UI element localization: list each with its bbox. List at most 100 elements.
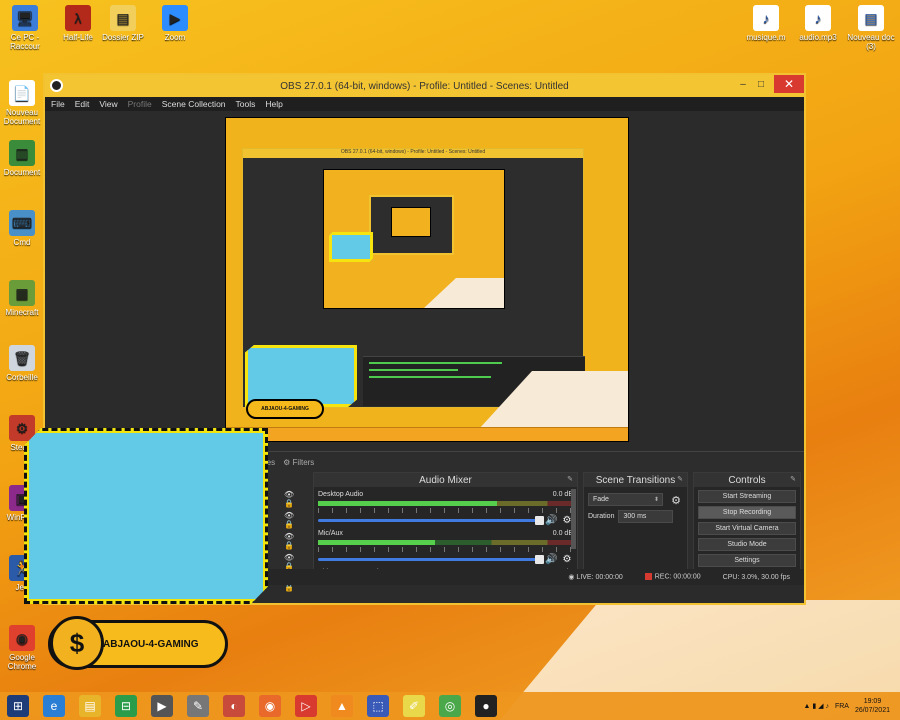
- menu-edit[interactable]: Edit: [75, 99, 90, 109]
- transition-select[interactable]: Fade ⬍: [588, 493, 663, 506]
- desktop-icon[interactable]: 🖥 Ce PC - Raccour: [0, 5, 50, 51]
- desktop-icon[interactable]: 🗑 Corbeille: [0, 345, 44, 382]
- desktop-icon[interactable]: ▥ Document: [0, 140, 44, 177]
- gear-icon[interactable]: ⚙: [671, 494, 681, 507]
- volume-meter-fill: [318, 501, 497, 506]
- desktop-icon[interactable]: 📄 Nouveau Document: [0, 80, 44, 126]
- desktop-icon-label: Dossier ZIP: [102, 33, 144, 42]
- clock[interactable]: 19:09 26/07/2021: [855, 697, 890, 715]
- eye-icon[interactable]: 👁 🔒: [284, 511, 306, 529]
- store-icon[interactable]: ⊟: [115, 695, 137, 717]
- dock-tabs: rties ⚙ Filters: [260, 455, 314, 469]
- desktop-icon[interactable]: ◉ Google Chrome: [0, 625, 44, 671]
- close-icon[interactable]: ✕: [774, 75, 804, 93]
- minimize-icon[interactable]: –: [734, 77, 752, 91]
- desktop-icon-glyph: 🖥: [12, 5, 38, 31]
- nested-preview-3: [391, 207, 431, 237]
- desktop-icon[interactable]: ▦ Minecraft: [0, 280, 44, 317]
- network-icon[interactable]: ⬚: [367, 695, 389, 717]
- ie-icon[interactable]: e: [43, 695, 65, 717]
- desktop-icon-label: Half-Life: [63, 33, 93, 42]
- obs-app-icon: [50, 79, 63, 92]
- menu-view[interactable]: View: [99, 99, 117, 109]
- slider-handle[interactable]: [535, 516, 544, 525]
- firefox-icon[interactable]: ◉: [259, 695, 281, 717]
- windows-taskbar: ⊞ e ▤ ⊟ ▶ ✎ ◐ ◉ ▷ ▲ ⬚ ✐ ◎ ● ▲ ▮ ◢ ♪ FRA 19:09 26/07/2…: [0, 692, 900, 720]
- dollar-coin-icon: $: [50, 616, 104, 670]
- clock-time: 19:09: [863, 698, 882, 705]
- menu-file[interactable]: File: [51, 99, 65, 109]
- tools-icon[interactable]: ✎: [187, 695, 209, 717]
- webcam-overlay: [24, 428, 268, 604]
- mixer-scrollbar[interactable]: [571, 489, 576, 549]
- menu-profile[interactable]: Profile: [128, 99, 152, 109]
- desktop-icon[interactable]: ⌨ Cmd: [0, 210, 44, 247]
- desktop-icon[interactable]: ▤ Nouveau doc (3): [845, 5, 897, 51]
- menu-help[interactable]: Help: [265, 99, 282, 109]
- track-name: Mic/Aux: [318, 530, 343, 537]
- obs-titlebar[interactable]: OBS 27.0.1 (64-bit, windows) - Profile: …: [45, 75, 804, 97]
- settings-button[interactable]: Settings: [698, 554, 796, 567]
- desktop-icon-label: Google Chrome: [7, 653, 37, 671]
- nested-taskbar: [226, 427, 628, 441]
- eye-icon[interactable]: 👁 🔒: [284, 490, 306, 508]
- volume-meter: [318, 501, 573, 506]
- controls-dock: Controls ✎ Start Streaming Stop Recording…: [693, 472, 801, 584]
- vlc-icon[interactable]: ▲: [331, 695, 353, 717]
- desktop-icon[interactable]: ♪ audio.mp3: [792, 5, 844, 42]
- tab-filters[interactable]: ⚙ Filters: [283, 458, 314, 467]
- obs-icon[interactable]: ●: [475, 695, 497, 717]
- speaker-icon[interactable]: 🔊: [545, 515, 557, 526]
- slider-handle[interactable]: [535, 555, 544, 564]
- obs-preview[interactable]: OBS 27.0.1 (64-bit, windows) - Profile: …: [225, 117, 629, 442]
- mixer-tracks: Desktop Audio0.0 dB🔊⚙Mic/Aux0.0 dB🔊⚙Vide…: [314, 491, 577, 576]
- tray-icons[interactable]: ▲ ▮ ◢ ♪: [803, 702, 829, 710]
- audio-mixer-title: Audio Mixer: [419, 474, 472, 486]
- language-indicator[interactable]: FRA: [835, 703, 849, 710]
- gear-icon[interactable]: ⚙: [561, 554, 573, 565]
- speaker-icon[interactable]: 🔊: [545, 554, 557, 565]
- nested-preview-2: [369, 195, 454, 255]
- maximize-icon[interactable]: □: [752, 77, 770, 91]
- desktop-icon-glyph: ⚙: [9, 415, 35, 441]
- dock-pin-icon[interactable]: ✎: [567, 475, 573, 483]
- menu-tools[interactable]: Tools: [236, 99, 256, 109]
- eye-icon[interactable]: 👁 🔒: [284, 532, 306, 550]
- duration-field[interactable]: 300 ms: [618, 510, 674, 523]
- desktop-icon-label: Ce PC - Raccour: [10, 33, 40, 51]
- desktop-icon-label: Nouveau Document: [3, 108, 41, 126]
- stop-recording-button[interactable]: Stop Recording: [698, 506, 796, 519]
- nested-webcam: [245, 345, 357, 407]
- duration-label: Duration: [588, 513, 615, 520]
- menu-scene-collection[interactable]: Scene Collection: [162, 99, 226, 109]
- desktop-icon-label: musique.m: [746, 33, 786, 42]
- clock-date: 26/07/2021: [854, 707, 890, 714]
- desktop-icon[interactable]: ♪ musique.m: [740, 5, 792, 42]
- controls-title: Controls: [728, 474, 766, 486]
- volume-row: 🔊 ⚙: [318, 515, 573, 526]
- desktop-icon[interactable]: ▤ Dossier ZIP: [98, 5, 148, 42]
- dock-pin-icon[interactable]: ✎: [677, 475, 683, 483]
- start-streaming-button[interactable]: Start Streaming: [698, 490, 796, 503]
- desktop-icon-glyph: λ: [65, 5, 91, 31]
- desktop-icon-glyph: ▥: [9, 140, 35, 166]
- chrome-icon[interactable]: ◎: [439, 695, 461, 717]
- desktop-icon-label: Corbeille: [6, 373, 38, 382]
- volume-slider[interactable]: [318, 516, 544, 525]
- media-icon[interactable]: ▶: [151, 695, 173, 717]
- audio-mixer-dock: Audio Mixer ✎ Desktop Audio 0.0 dB 🔊 ⚙ Mic/A…: [313, 472, 578, 584]
- explorer-icon[interactable]: ▤: [79, 695, 101, 717]
- notes-icon[interactable]: ✐: [403, 695, 425, 717]
- video-icon[interactable]: ▷: [295, 695, 317, 717]
- start-virtual-camera-button[interactable]: Start Virtual Camera: [698, 522, 796, 535]
- volume-slider[interactable]: [318, 555, 544, 564]
- desktop-icon[interactable]: λ Half-Life: [53, 5, 103, 42]
- photos-icon[interactable]: ◐: [223, 695, 245, 717]
- obs-title-text: OBS 27.0.1 (64-bit, windows) - Profile: …: [280, 80, 569, 92]
- meter-ticks: [318, 508, 573, 513]
- studio-mode-button[interactable]: Studio Mode: [698, 538, 796, 551]
- desktop-icon[interactable]: ▶ Zoom: [150, 5, 200, 42]
- dock-pin-icon[interactable]: ✎: [790, 475, 796, 483]
- start-icon[interactable]: ⊞: [7, 695, 29, 717]
- channel-logo-text: ABJAOU-4-GAMING: [103, 638, 199, 650]
